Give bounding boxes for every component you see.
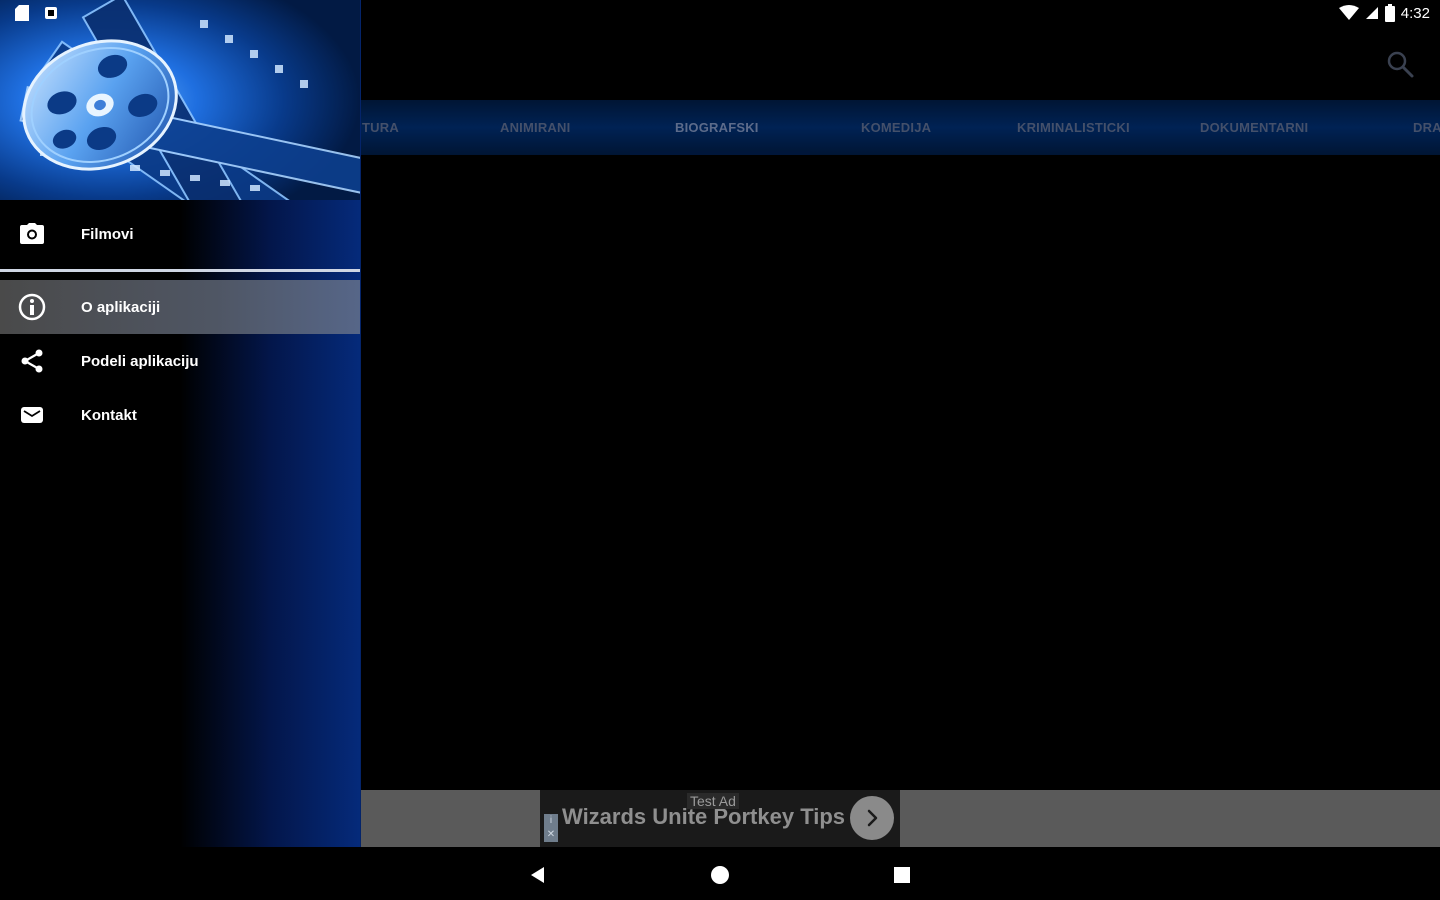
tab-drama[interactable]: DRA <box>1413 100 1440 155</box>
tab-animirani[interactable]: ANIMIRANI <box>500 100 570 155</box>
ad-test-label: Test Ad <box>687 793 739 809</box>
system-nav-bar <box>0 847 1440 900</box>
tab-kriminalisticki[interactable]: KRIMINALISTICKI <box>1017 100 1130 155</box>
ad-open-button[interactable] <box>850 796 894 840</box>
recents-square-icon <box>894 867 910 883</box>
home-button[interactable] <box>704 859 736 891</box>
screen: TURA ANIMIRANI BIOGRAFSKI KOMEDIJA KRIMI… <box>0 0 1440 900</box>
search-button[interactable] <box>1382 46 1418 82</box>
drawer-item-label: Podeli aplikaciju <box>81 352 199 370</box>
ad-choices-icon[interactable]: i ✕ <box>544 814 558 842</box>
drawer-item-label: Filmovi <box>81 225 134 243</box>
share-icon <box>18 347 46 375</box>
back-triangle-icon <box>531 867 544 883</box>
film-reel-illustration <box>0 0 360 200</box>
cell-signal-icon <box>1365 7 1378 19</box>
status-system-icons: 4:32 <box>1338 4 1430 22</box>
drawer-item-label: Kontakt <box>81 406 137 424</box>
active-tab-indicator <box>630 151 810 155</box>
drawer-header-image <box>0 0 360 200</box>
chevron-right-icon <box>867 809 878 827</box>
navigation-drawer: Filmovi O aplikaciji Podeli aplikaciju K… <box>0 0 361 847</box>
tab-tura[interactable]: TURA <box>362 100 399 155</box>
drawer-item-filmovi[interactable]: Filmovi <box>0 207 360 261</box>
camera-icon <box>18 220 46 248</box>
home-circle-icon <box>711 866 729 884</box>
ad-content[interactable]: i ✕ Wizards Unite Portkey Tips Test Ad <box>540 790 900 847</box>
status-notifications <box>14 4 58 22</box>
search-icon <box>1387 51 1414 78</box>
recents-button[interactable] <box>886 859 918 891</box>
info-icon <box>18 293 46 321</box>
email-icon <box>18 401 46 429</box>
wifi-icon <box>1338 5 1359 20</box>
drawer-divider <box>0 269 360 272</box>
battery-icon <box>1384 4 1395 22</box>
sd-card-icon <box>15 5 29 21</box>
tab-biografski[interactable]: BIOGRAFSKI <box>675 100 759 155</box>
drawer-item-o-aplikaciji[interactable]: O aplikaciji <box>0 280 360 334</box>
tab-dokumentarni[interactable]: DOKUMENTARNI <box>1200 100 1308 155</box>
drawer-item-label: O aplikaciji <box>81 298 161 316</box>
status-time: 4:32 <box>1400 4 1430 22</box>
notification-app-icon <box>45 7 57 19</box>
back-button[interactable] <box>522 859 554 891</box>
ad-choices-mark: i <box>549 815 553 826</box>
drawer-item-kontakt[interactable]: Kontakt <box>0 388 360 442</box>
status-bar: 4:32 <box>0 0 1440 28</box>
drawer-item-podeli-aplikaciju[interactable]: Podeli aplikaciju <box>0 334 360 388</box>
tab-komedija[interactable]: KOMEDIJA <box>861 100 931 155</box>
